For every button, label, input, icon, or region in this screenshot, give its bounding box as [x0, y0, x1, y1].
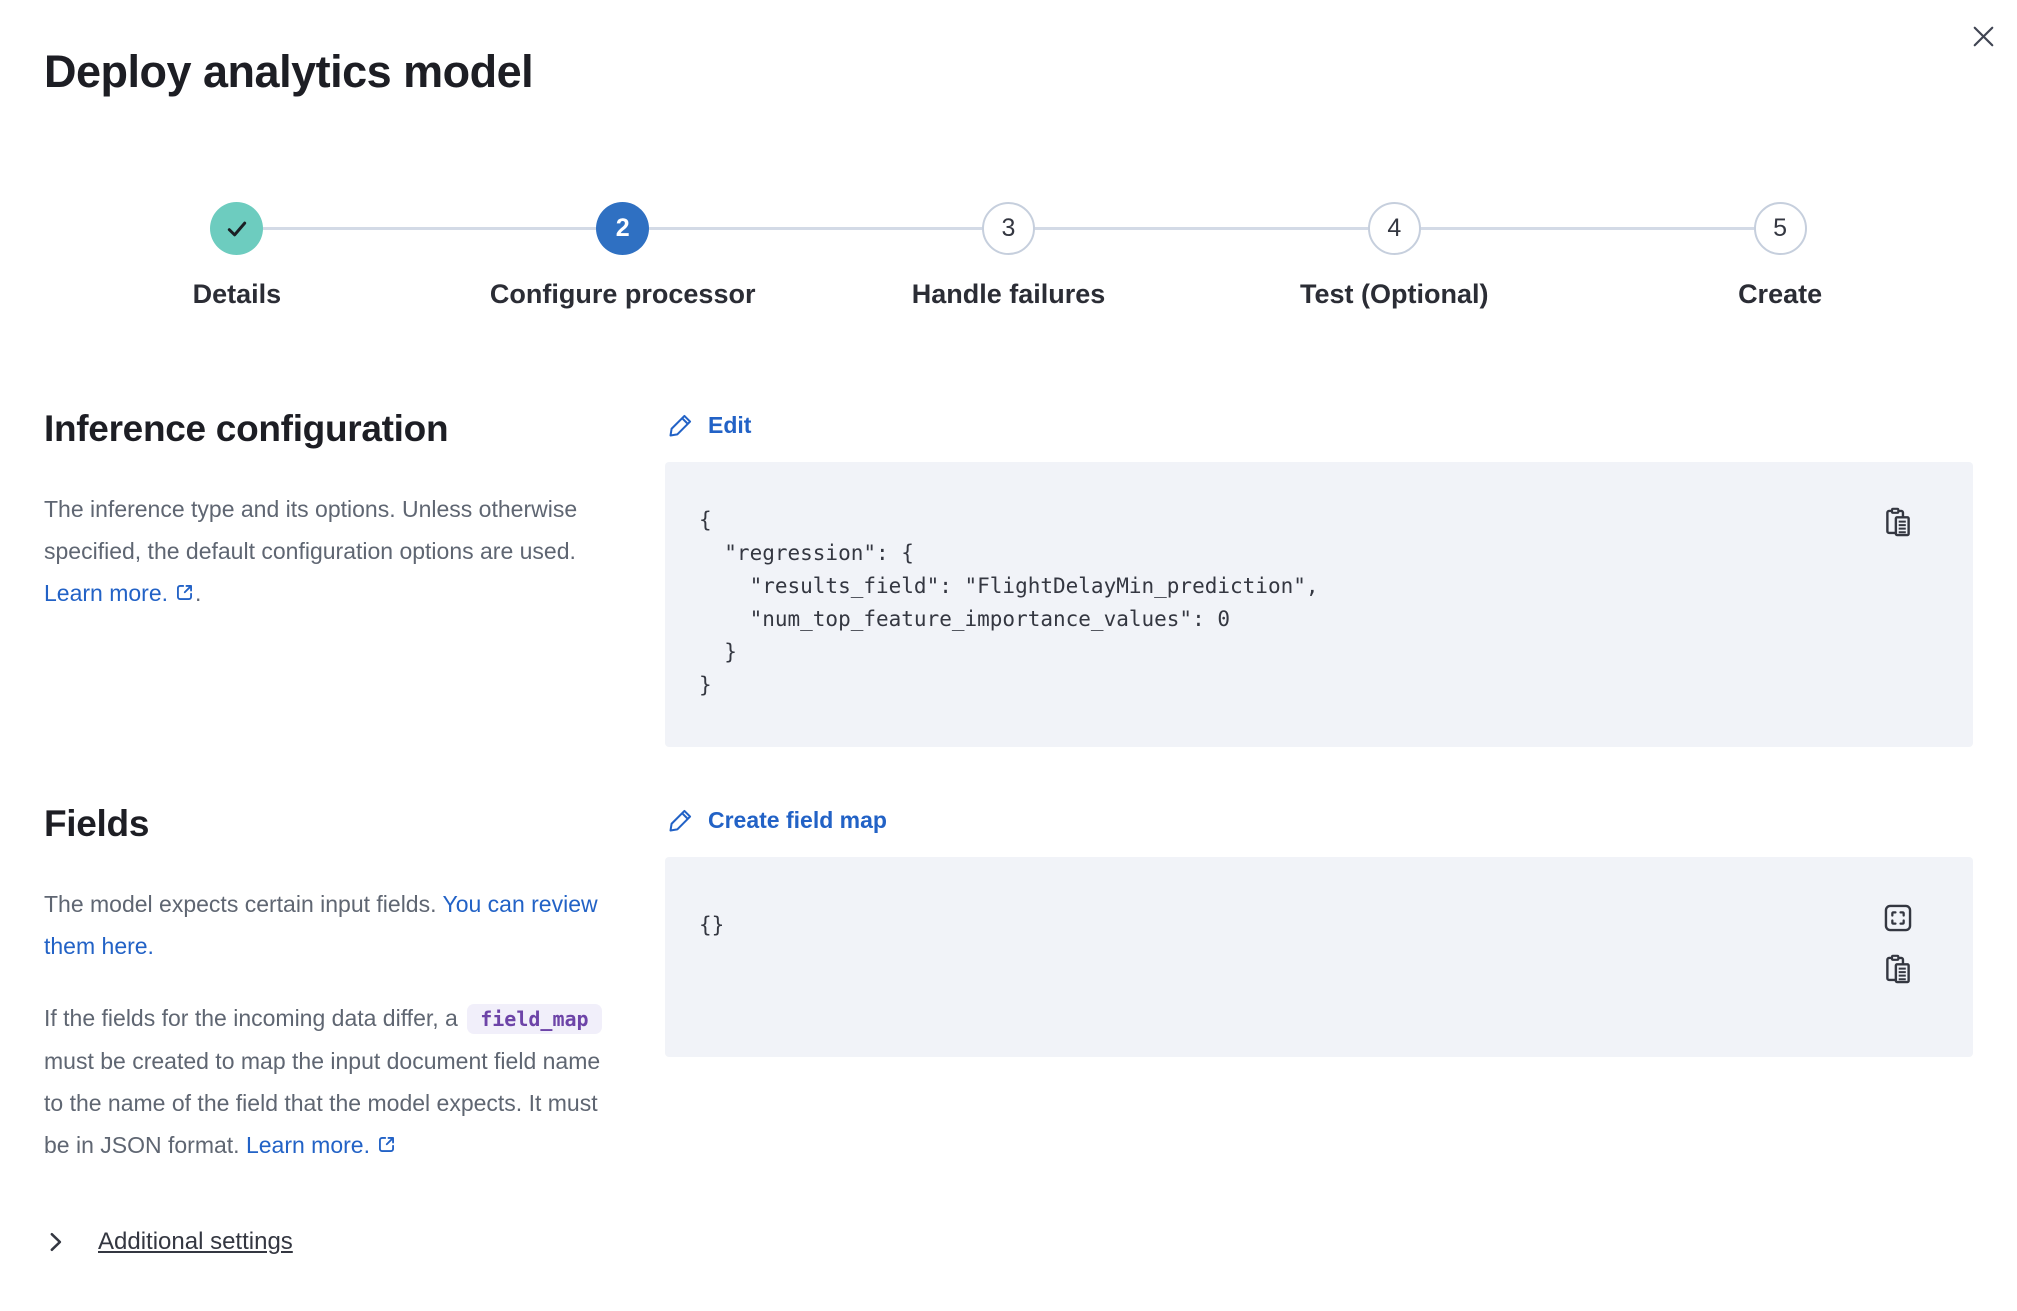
- step-details[interactable]: Details: [44, 202, 430, 334]
- step-configure-processor[interactable]: 2 Configure processor: [430, 202, 816, 334]
- field-map-json: {}: [699, 909, 1939, 942]
- fields-info: Fields The model expects certain input f…: [44, 803, 609, 1166]
- step-create[interactable]: 5 Create: [1587, 202, 1973, 334]
- step-details-circle[interactable]: [210, 202, 263, 255]
- fields-panel: Create field map {}: [665, 803, 1973, 1166]
- copy-inference-config-button[interactable]: [1881, 506, 1915, 540]
- step-handle-failures-label: Handle failures: [912, 279, 1106, 310]
- flyout-body: Inference configuration The inference ty…: [44, 408, 1973, 1166]
- step-progress-bar: Details 2 Configure processor 3 Handle f…: [44, 202, 1973, 334]
- fields-heading: Fields: [44, 803, 609, 845]
- inference-configuration-description: The inference type and its options. Unle…: [44, 488, 609, 614]
- fullscreen-icon: [1881, 901, 1915, 935]
- inference-configuration-heading: Inference configuration: [44, 408, 609, 450]
- inference-config-json: { "regression": { "results_field": "Flig…: [699, 504, 1939, 702]
- chevron-right-icon: [44, 1230, 68, 1254]
- expand-field-map-button[interactable]: [1881, 901, 1915, 935]
- step-details-label: Details: [193, 279, 282, 310]
- field-map-description: If the fields for the incoming data diff…: [44, 997, 609, 1166]
- field-map-code-block: {}: [665, 857, 1973, 1057]
- step-create-circle[interactable]: 5: [1754, 202, 1807, 255]
- fields-learn-more-link[interactable]: Learn more.: [246, 1132, 397, 1158]
- create-field-map-button[interactable]: Create field map: [667, 807, 887, 834]
- pencil-icon: [667, 412, 694, 439]
- field-map-code-chip: field_map: [467, 1004, 601, 1034]
- copy-icon: [1881, 953, 1915, 987]
- inference-configuration-panel: Edit { "regression": { "results_field": …: [665, 408, 1973, 747]
- fields-description: The model expects certain input fields. …: [44, 883, 609, 967]
- step-configure-processor-circle[interactable]: 2: [596, 202, 649, 255]
- page-title: Deploy analytics model: [44, 46, 1973, 98]
- close-icon: [1970, 23, 1997, 50]
- inference-learn-more-link[interactable]: Learn more.: [44, 580, 195, 606]
- step-test-optional-label: Test (Optional): [1300, 279, 1489, 310]
- inference-configuration-info: Inference configuration The inference ty…: [44, 408, 609, 747]
- step-handle-failures-circle[interactable]: 3: [982, 202, 1035, 255]
- step-handle-failures[interactable]: 3 Handle failures: [816, 202, 1202, 334]
- step-test-optional[interactable]: 4 Test (Optional): [1201, 202, 1587, 334]
- inference-config-code-block: { "regression": { "results_field": "Flig…: [665, 462, 1973, 747]
- step-test-optional-circle[interactable]: 4: [1368, 202, 1421, 255]
- step-configure-processor-label: Configure processor: [490, 279, 756, 310]
- copy-field-map-button[interactable]: [1881, 953, 1915, 987]
- close-button[interactable]: [1963, 16, 2003, 56]
- check-icon: [223, 215, 251, 243]
- edit-inference-config-button[interactable]: Edit: [667, 412, 751, 439]
- external-link-icon: [376, 1134, 397, 1155]
- additional-settings-label: Additional settings: [98, 1228, 293, 1256]
- pencil-icon: [667, 807, 694, 834]
- deploy-analytics-model-flyout: Deploy analytics model Details 2 Configu…: [0, 0, 2017, 1311]
- copy-icon: [1881, 506, 1915, 540]
- external-link-icon: [174, 582, 195, 603]
- step-create-label: Create: [1738, 279, 1822, 310]
- additional-settings-accordion[interactable]: Additional settings: [44, 1228, 293, 1256]
- trailing-period: .: [195, 580, 201, 606]
